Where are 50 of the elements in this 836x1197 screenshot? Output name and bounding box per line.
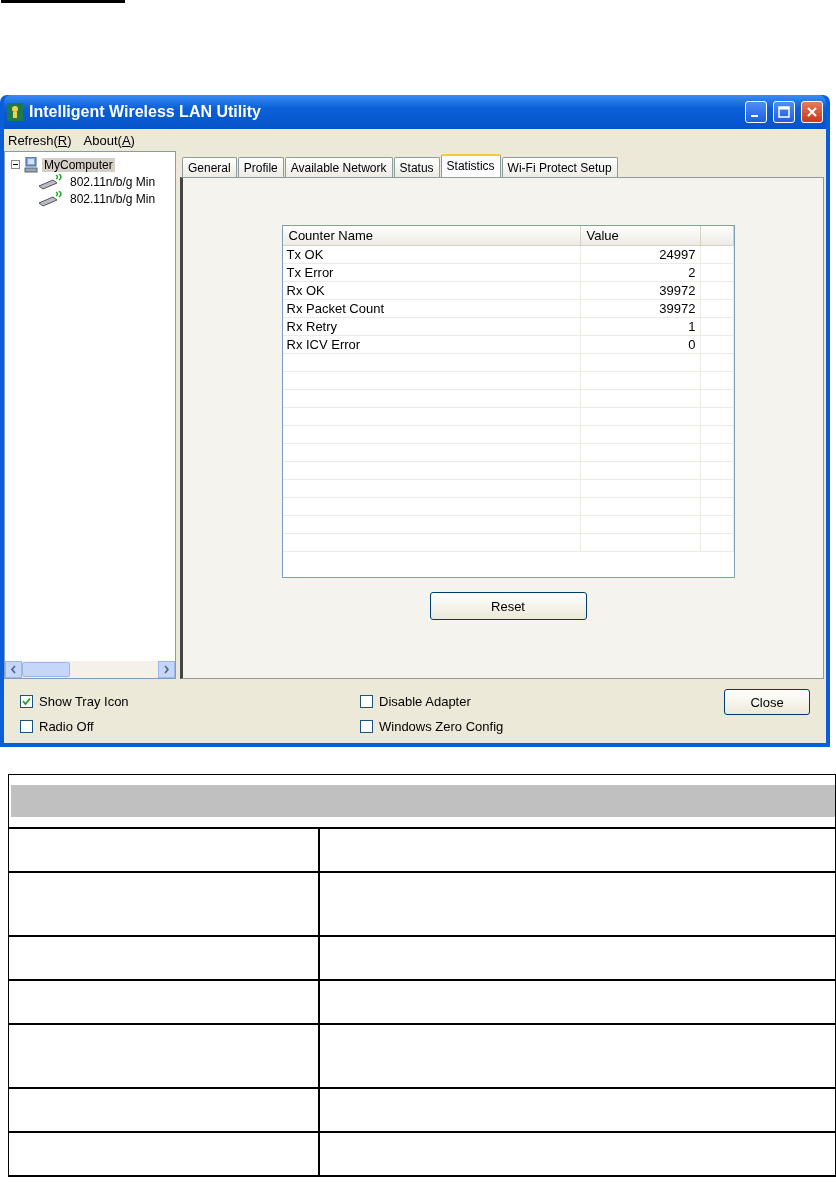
column-header[interactable]: Value [580,226,701,245]
table-cell: 2 [580,264,701,281]
wireless-adapter-icon [37,173,65,190]
scrollbar-thumb[interactable] [22,662,70,677]
table-cell: Rx ICV Error [282,336,581,353]
table-cell: Rx Retry [282,318,581,335]
table-cell: 24997 [580,246,701,263]
menu-item[interactable]: Refresh(R) [8,132,72,148]
minimize-button[interactable] [745,101,767,123]
table-cell: 0 [580,336,701,353]
table-cell: Tx OK [282,246,581,263]
minimize-icon [751,115,758,117]
checkbox[interactable] [360,719,373,733]
tree-item[interactable]: 802.11n/b/g Min [68,191,158,206]
scroll-right-icon[interactable] [158,661,175,678]
checkbox-label[interactable]: Disable Adapter [379,693,471,709]
column-header[interactable]: Counter Name [282,226,581,245]
tab[interactable]: Status [393,157,440,177]
table-cell: Tx Error [282,264,581,281]
checkbox-label[interactable]: Windows Zero Config [379,718,504,734]
app-icon [7,103,23,121]
collapse-icon[interactable] [11,160,20,169]
scroll-left-icon[interactable] [5,661,22,678]
computer-icon [23,156,39,173]
checkbox-label[interactable]: Show Tray Icon [39,693,129,709]
table-cell: 39972 [580,300,701,317]
tree-item[interactable]: MyComputer [42,157,115,172]
checkbox[interactable] [20,719,33,733]
wireless-adapter-icon [37,190,65,207]
window-title: Intelligent Wireless LAN Utility [29,103,262,121]
table-cell: 1 [580,318,701,335]
table-cell: 39972 [580,282,701,299]
tab[interactable]: Profile [237,157,284,177]
checkbox-label[interactable]: Radio Off [39,718,94,734]
tab[interactable]: Available Network [284,157,393,177]
tab[interactable]: Statistics [440,154,501,177]
tab[interactable]: Wi-Fi Protect Setup [501,157,618,177]
close-window-button[interactable] [801,101,823,123]
maximize-button[interactable] [773,101,795,123]
tab[interactable]: General [182,157,237,177]
table-cell: Rx Packet Count [282,300,581,317]
checkbox[interactable] [20,694,33,708]
table-cell: Rx OK [282,282,581,299]
close-icon [806,106,818,118]
reset-button[interactable]: Reset [429,592,587,620]
close-button[interactable]: Close [724,689,810,715]
tree-item[interactable]: 802.11n/b/g Min [68,174,158,189]
maximize-icon [778,106,790,118]
checkbox[interactable] [360,694,373,708]
menu-item[interactable]: About(A) [83,132,135,148]
